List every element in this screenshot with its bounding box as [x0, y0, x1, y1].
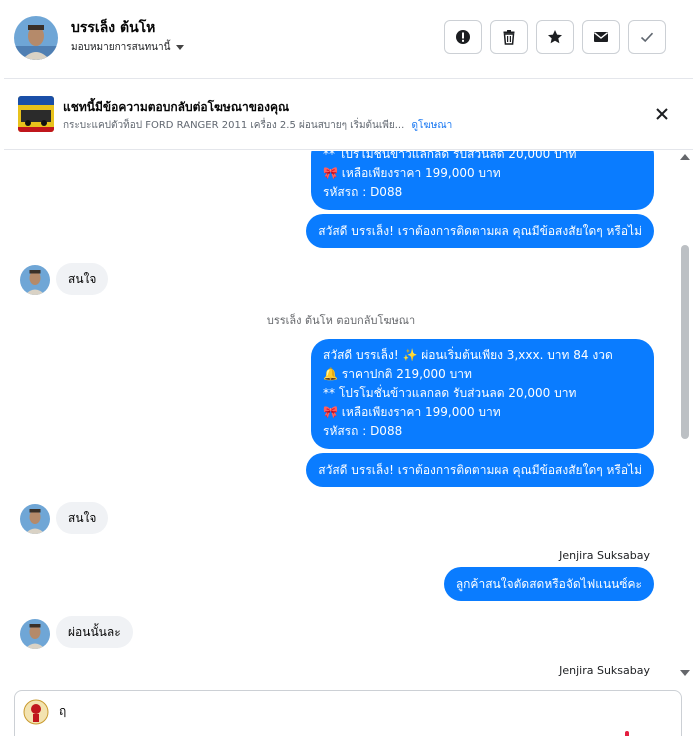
message-line: 🎀 เหลือเพียงราคา 199,000 บาท	[323, 166, 501, 180]
delete-button[interactable]	[490, 20, 528, 54]
check-icon	[640, 32, 654, 43]
contact-name[interactable]: บรรเล็ง ต้นโห	[71, 17, 155, 39]
incoming-message[interactable]: ผ่อนนั้นละ	[56, 616, 133, 648]
star-button[interactable]	[536, 20, 574, 54]
message-text: สวัสดี บรรเล็ง! เราต้องการติดตามผล คุณมี…	[318, 463, 642, 477]
sender-name: Jenjira Suksabay	[559, 664, 650, 677]
view-ad-link[interactable]: ดูโฆษณา	[411, 120, 452, 131]
envelope-icon	[594, 32, 608, 42]
close-icon[interactable]	[653, 105, 671, 123]
incoming-message[interactable]: สนใจ	[56, 263, 109, 295]
assign-conversation-dropdown[interactable]: มอบหมายการสนทนานี้	[71, 40, 185, 55]
header-actions	[444, 20, 666, 54]
scroll-thumb[interactable]	[681, 245, 689, 439]
message-text: สนใจ	[68, 272, 97, 286]
ad-reply-note: บรรเล็ง ต้นโห ตอบกลับโฆษณา	[266, 314, 416, 327]
ad-description: กระบะแคปตัวท็อป FORD RANGER 2011 เครื่อง…	[63, 120, 405, 131]
scroll-down-arrow-icon[interactable]	[680, 670, 690, 676]
message-text: สนใจ	[68, 511, 97, 525]
message-line: ** โปรโมชั่นข้าวแลกลด รับส่วนลด 20,000 บ…	[323, 151, 577, 161]
outgoing-message[interactable]: สวัสดี บรรเล็ง! เราต้องการติดตามผล คุณมี…	[306, 453, 654, 487]
assign-label: มอบหมายการสนทนานี้	[71, 42, 171, 53]
outgoing-message[interactable]: ลูกค้าสนใจตัดสดหรือจัดไฟแนนซ์คะ	[443, 567, 654, 601]
alert-icon	[456, 30, 470, 44]
banner-subtitle: กระบะแคปตัวท็อป FORD RANGER 2011 เครื่อง…	[63, 118, 452, 133]
ad-thumbnail	[18, 96, 54, 132]
message-line: 🎀 เหลือเพียงราคา 199,000 บาท	[323, 405, 501, 419]
banner-title: แชทนี้มีข้อความตอบกลับต่อโฆษณาของคุณ	[63, 100, 290, 114]
sender-name: Jenjira Suksabay	[559, 549, 650, 562]
outgoing-message[interactable]: สวัสดี บรรเล็ง! ✨ ผ่อนเริ่มต้นเพียง 3,xx…	[311, 339, 654, 449]
message-text: สวัสดี บรรเล็ง! เราต้องการติดตามผล คุณมี…	[318, 224, 642, 238]
mark-done-button[interactable]	[628, 20, 666, 54]
message-line: ** โปรโมชั่นข้าวแลกลด รับส่วนลด 20,000 บ…	[323, 386, 577, 400]
message-line: รหัสรถ : D088	[323, 185, 403, 199]
message-line: 🔔 ราคาปกติ 219,000 บาท	[323, 367, 472, 381]
star-icon	[548, 30, 562, 44]
conversation-header: บรรเล็ง ต้นโห มอบหมายการสนทนานี้	[4, 0, 693, 79]
contact-avatar-small	[20, 619, 50, 649]
contact-avatar[interactable]	[14, 16, 58, 60]
mark-spam-button[interactable]	[444, 20, 482, 54]
trash-icon	[503, 30, 515, 45]
ad-reply-banner: แชทนี้มีข้อความตอบกลับต่อโฆษณาของคุณ กระ…	[4, 80, 693, 150]
scroll-up-arrow-icon[interactable]	[680, 154, 690, 160]
outgoing-message[interactable]: สวัสดี บรรเล็ง! เราต้องการติดตามผล คุณมี…	[306, 214, 654, 248]
page-avatar	[23, 699, 49, 725]
outgoing-message[interactable]: ** โปรโมชั่นข้าวแลกลด รับส่วนลด 20,000 บ…	[311, 151, 654, 210]
message-text: ลูกค้าสนใจตัดสดหรือจัดไฟแนนซ์คะ	[455, 577, 642, 591]
message-line: สวัสดี บรรเล็ง! ✨ ผ่อนเริ่มต้นเพียง 3,xx…	[323, 348, 613, 362]
contact-avatar-small	[20, 265, 50, 295]
thread-scrollbar[interactable]	[678, 151, 691, 679]
chevron-down-icon	[176, 45, 185, 50]
message-text: ผ่อนนั้นละ	[68, 625, 121, 639]
message-line: รหัสรถ : D088	[323, 424, 403, 438]
contact-avatar-small	[20, 504, 50, 534]
mark-unread-button[interactable]	[582, 20, 620, 54]
message-composer[interactable]	[14, 690, 682, 736]
incoming-message[interactable]: สนใจ	[56, 502, 109, 534]
message-thread[interactable]: ** โปรโมชั่นข้าวแลกลด รับส่วนลด 20,000 บ…	[4, 151, 678, 679]
composer-indicator	[625, 731, 629, 736]
message-input[interactable]	[59, 704, 619, 718]
